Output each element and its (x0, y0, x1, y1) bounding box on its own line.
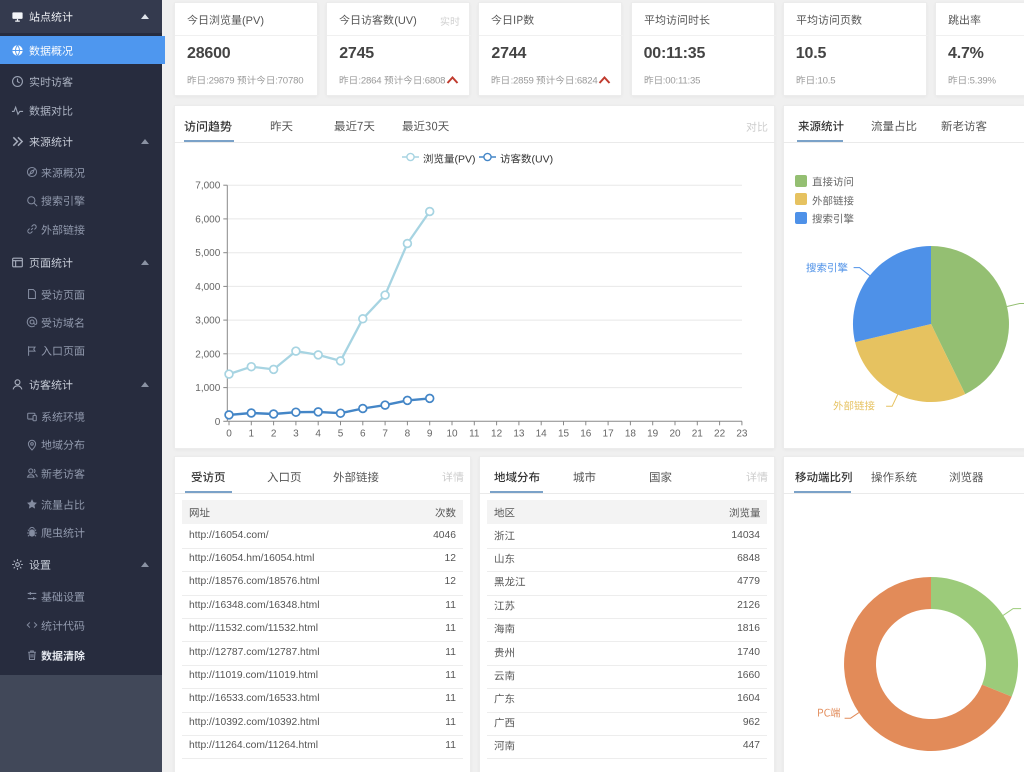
svg-text:12: 12 (491, 428, 503, 439)
svg-text:3: 3 (293, 428, 299, 439)
svg-text:3,000: 3,000 (195, 316, 220, 327)
svg-text:5,000: 5,000 (195, 248, 220, 259)
svg-text:8: 8 (405, 428, 411, 439)
svg-text:2: 2 (271, 428, 277, 439)
svg-text:6: 6 (360, 428, 366, 439)
svg-text:20: 20 (669, 428, 681, 439)
svg-text:18: 18 (625, 428, 637, 439)
svg-text:4,000: 4,000 (195, 282, 220, 293)
svg-text:1: 1 (249, 428, 255, 439)
svg-text:17: 17 (603, 428, 615, 439)
svg-text:7: 7 (382, 428, 388, 439)
svg-text:19: 19 (647, 428, 659, 439)
svg-text:2,000: 2,000 (195, 349, 220, 360)
svg-text:0: 0 (226, 428, 232, 439)
svg-text:22: 22 (714, 428, 726, 439)
svg-text:13: 13 (513, 428, 525, 439)
svg-text:6,000: 6,000 (195, 214, 220, 225)
svg-text:21: 21 (692, 428, 704, 439)
svg-text:14: 14 (536, 428, 548, 439)
svg-text:23: 23 (736, 428, 748, 439)
svg-text:15: 15 (558, 428, 570, 439)
svg-text:1,000: 1,000 (195, 383, 220, 394)
svg-text:0: 0 (215, 417, 221, 428)
svg-text:7,000: 7,000 (195, 181, 220, 192)
svg-text:11: 11 (469, 428, 480, 439)
svg-text:16: 16 (580, 428, 592, 439)
svg-text:10: 10 (446, 428, 458, 439)
svg-text:9: 9 (427, 428, 433, 439)
svg-text:4: 4 (315, 428, 321, 439)
svg-text:5: 5 (338, 428, 344, 439)
